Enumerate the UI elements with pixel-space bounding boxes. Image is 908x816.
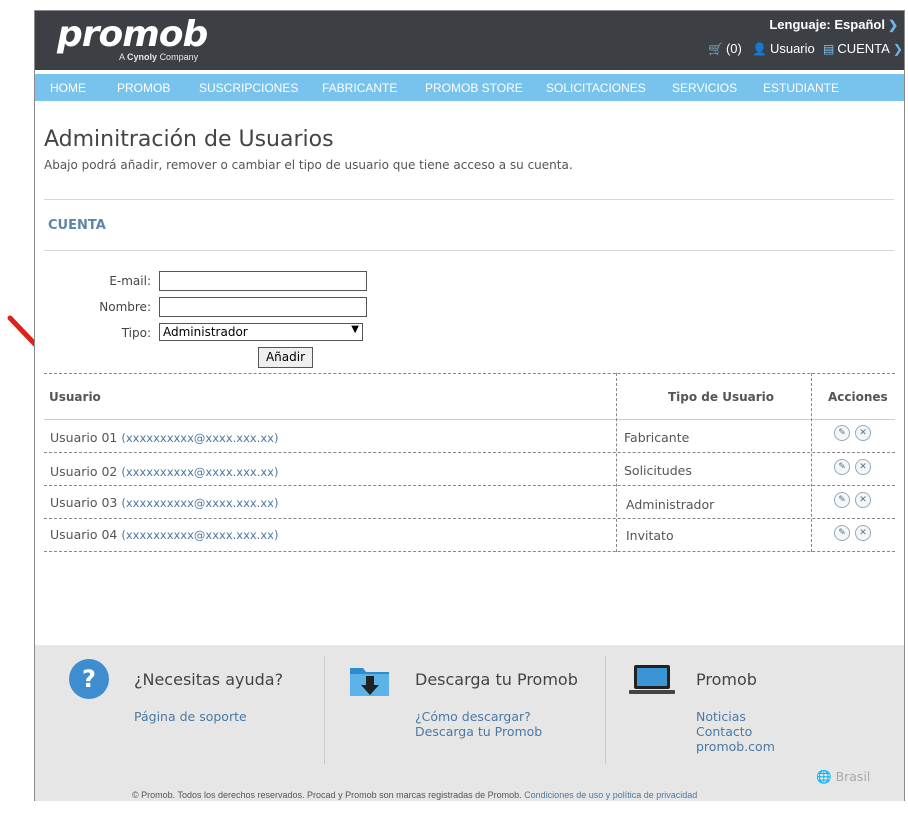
- nav-item-home[interactable]: HOME: [50, 81, 86, 95]
- user-label: Usuario: [769, 41, 815, 56]
- row-divider: [44, 452, 895, 453]
- copyright: © Promob. Todos los derechos reservados.…: [132, 790, 697, 800]
- section-title: CUENTA: [48, 218, 106, 233]
- document-icon: ▤: [823, 42, 835, 56]
- column-header-user: Usuario: [49, 390, 101, 404]
- account-menu[interactable]: ▤ CUENTA ❯: [823, 41, 903, 56]
- user-email[interactable]: (xxxxxxxxxx@xxxx.xxx.xx): [121, 431, 278, 445]
- user-cell: Usuario 03 (xxxxxxxxxx@xxxx.xxx.xx): [50, 495, 278, 510]
- user-type: Fabricante: [624, 430, 690, 445]
- edit-icon[interactable]: ✎: [834, 425, 850, 441]
- nav-item-solicitaciones[interactable]: SOLICITACIONES: [546, 81, 646, 95]
- table-border: [44, 419, 895, 420]
- user-email[interactable]: (xxxxxxxxxx@xxxx.xxx.xx): [121, 496, 278, 510]
- edit-icon[interactable]: ✎: [834, 459, 850, 475]
- footer-divider: [605, 656, 606, 764]
- email-field[interactable]: [159, 271, 367, 291]
- user-type: Administrador: [626, 497, 715, 512]
- user-name: Usuario 03: [50, 495, 118, 510]
- page-frame: promob A Cynoly Company Lenguaje: Españo…: [34, 10, 905, 801]
- region-selector[interactable]: 🌐 Brasil: [816, 769, 870, 785]
- type-select[interactable]: Administrador ▼: [159, 323, 363, 341]
- help-icon: ?: [69, 659, 109, 699]
- footer-divider: [324, 656, 325, 764]
- cart-icon: 🛒: [708, 42, 723, 56]
- email-label: E-mail:: [109, 274, 151, 288]
- user-type: Invitato: [626, 528, 674, 543]
- user-type: Solicitudes: [624, 463, 692, 478]
- remove-icon[interactable]: ✕: [855, 525, 871, 541]
- download-link[interactable]: Descarga tu Promob: [415, 724, 542, 739]
- main-nav: HOME PROMOB SUSCRIPCIONES FABRICANTE PRO…: [35, 74, 904, 101]
- nav-item-servicios[interactable]: SERVICIOS: [672, 81, 737, 95]
- user-email[interactable]: (xxxxxxxxxx@xxxx.xxx.xx): [121, 528, 278, 542]
- user-name: Usuario 02: [50, 464, 118, 479]
- column-header-actions: Acciones: [828, 390, 888, 404]
- column-divider: [616, 373, 617, 552]
- nav-item-suscripciones[interactable]: SUSCRIPCIONES: [199, 81, 298, 95]
- terms-link[interactable]: Condiciones de uso y política de privaci…: [524, 790, 697, 800]
- logo-tagline-brand: Cynoly: [127, 52, 158, 62]
- column-header-type: Tipo de Usuario: [668, 390, 775, 404]
- edit-icon[interactable]: ✎: [834, 525, 850, 541]
- chevron-down-icon: ❯: [892, 42, 903, 56]
- cart-link[interactable]: 🛒 (0): [708, 41, 742, 56]
- type-select-value: Administrador: [163, 325, 248, 339]
- page-description: Abajo podrá añadir, remover o cambiar el…: [44, 158, 573, 172]
- promob-title: Promob: [696, 670, 757, 689]
- globe-icon: 🌐: [816, 769, 832, 784]
- row-divider: [44, 551, 895, 552]
- user-name: Usuario 04: [50, 527, 118, 542]
- divider: [44, 199, 894, 200]
- add-button[interactable]: Añadir: [258, 347, 313, 368]
- contact-link[interactable]: Contacto: [696, 724, 752, 739]
- top-bar: promob A Cynoly Company Lenguaje: Españo…: [35, 11, 904, 70]
- account-label: CUENTA: [837, 41, 890, 56]
- download-title: Descarga tu Promob: [415, 670, 578, 689]
- remove-icon[interactable]: ✕: [855, 459, 871, 475]
- logo-tagline-prefix: A: [119, 52, 125, 62]
- user-icon: 👤: [752, 42, 767, 56]
- user-cell: Usuario 04 (xxxxxxxxxx@xxxx.xxx.xx): [50, 527, 278, 542]
- name-field[interactable]: [159, 297, 367, 317]
- edit-icon[interactable]: ✎: [834, 492, 850, 508]
- copyright-text: © Promob. Todos los derechos reservados.…: [132, 790, 522, 800]
- user-link[interactable]: 👤 Usuario: [752, 41, 815, 56]
- language-label: Lenguaje: Español: [769, 17, 885, 32]
- how-to-download-link[interactable]: ¿Cómo descargar?: [415, 709, 531, 724]
- nav-item-promob-store[interactable]: PROMOB STORE: [425, 81, 523, 95]
- chevron-down-icon: ▼: [351, 324, 359, 335]
- region-label: Brasil: [835, 769, 871, 784]
- user-email[interactable]: (xxxxxxxxxx@xxxx.xxx.xx): [121, 465, 278, 479]
- news-link[interactable]: Noticias: [696, 709, 746, 724]
- table-border: [44, 373, 895, 374]
- row-divider: [44, 485, 895, 486]
- column-divider: [811, 373, 812, 552]
- help-title: ¿Necesitas ayuda?: [134, 670, 284, 689]
- cart-count: (0): [725, 41, 742, 56]
- divider: [44, 250, 894, 251]
- page-title: Adminitración de Usuarios: [44, 127, 334, 152]
- logo-tagline: A Cynoly Company: [119, 52, 198, 62]
- row-divider: [44, 518, 895, 519]
- type-label: Tipo:: [121, 326, 151, 340]
- language-selector[interactable]: Lenguaje: Español ❯: [769, 17, 898, 32]
- nav-item-promob[interactable]: PROMOB: [117, 81, 170, 95]
- promob-logo[interactable]: promob: [57, 14, 208, 55]
- chevron-down-icon: ❯: [887, 18, 898, 32]
- user-name: Usuario 01: [50, 430, 118, 445]
- user-cell: Usuario 01 (xxxxxxxxxx@xxxx.xxx.xx): [50, 430, 278, 445]
- remove-icon[interactable]: ✕: [855, 425, 871, 441]
- logo-tagline-suffix: Company: [159, 52, 199, 62]
- footer: ? ¿Necesitas ayuda? Página de soporte De…: [35, 645, 904, 801]
- nav-item-fabricante[interactable]: FABRICANTE: [322, 81, 397, 95]
- nav-item-estudiante[interactable]: ESTUDIANTE: [763, 81, 839, 95]
- download-folder-icon: [350, 668, 389, 696]
- user-cell: Usuario 02 (xxxxxxxxxx@xxxx.xxx.xx): [50, 464, 278, 479]
- support-link[interactable]: Página de soporte: [134, 709, 247, 724]
- laptop-icon: [629, 665, 675, 694]
- name-label: Nombre:: [99, 300, 151, 314]
- remove-icon[interactable]: ✕: [855, 492, 871, 508]
- promob-site-link[interactable]: promob.com: [696, 739, 775, 754]
